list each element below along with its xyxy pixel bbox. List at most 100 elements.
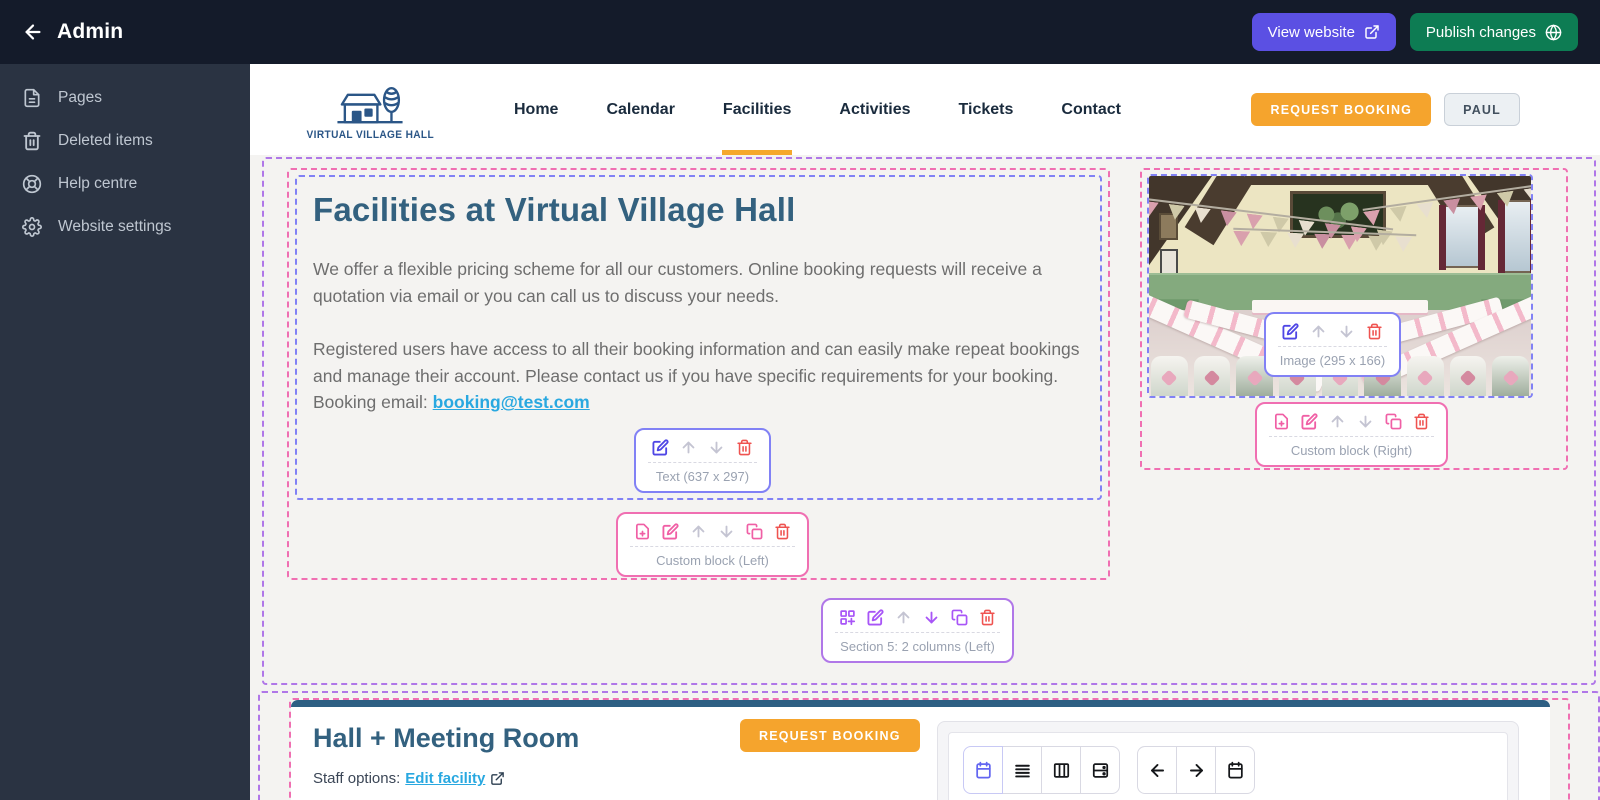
sidebar-item-label: Website settings — [58, 217, 172, 235]
move-up-icon[interactable] — [680, 439, 697, 456]
nav-item-home[interactable]: Home — [490, 64, 582, 155]
trash-icon — [22, 131, 42, 151]
duplicate-icon[interactable] — [746, 523, 763, 540]
details-paragraph: Registered users have access to all thei… — [313, 336, 1088, 416]
block-label: Text (637 x 297) — [655, 469, 750, 484]
sidebar-item-label: Help centre — [58, 174, 138, 192]
facility-title: Hall + Meeting Room — [313, 723, 580, 753]
text-block-controls: Text (637 x 297) — [634, 428, 771, 493]
request-booking-button[interactable]: REQUEST BOOKING — [1251, 93, 1432, 126]
section-5-controls: Section 5: 2 columns (Left) — [821, 598, 1014, 663]
facility-request-booking-button[interactable]: REQUEST BOOKING — [740, 719, 920, 752]
facility-block-outline[interactable]: Hall + Meeting Room REQUEST BOOKING Staf… — [289, 698, 1570, 800]
site-header: VIRTUAL VILLAGE HALL Home Calendar Facil… — [250, 64, 1600, 155]
view-website-button[interactable]: View website — [1251, 13, 1396, 51]
site-nav: Home Calendar Facilities Activities Tick… — [490, 64, 1145, 155]
move-up-icon[interactable] — [690, 523, 707, 540]
back-arrow-icon[interactable] — [22, 21, 44, 43]
rows-icon — [1091, 761, 1110, 780]
columns-icon — [1052, 761, 1071, 780]
rows-view-button[interactable] — [1080, 746, 1120, 794]
site-preview: VIRTUAL VILLAGE HALL Home Calendar Facil… — [250, 64, 1600, 800]
nav-label: Home — [514, 100, 559, 118]
calendar-icon — [974, 761, 993, 780]
staff-options-label: Staff options: — [313, 770, 401, 787]
site-logo[interactable]: VIRTUAL VILLAGE HALL — [297, 69, 443, 151]
nav-item-tickets[interactable]: Tickets — [935, 64, 1038, 155]
nav-label: Tickets — [958, 100, 1014, 118]
sidebar-item-label: Pages — [58, 88, 102, 106]
booking-email-link[interactable]: booking@test.com — [433, 392, 590, 412]
booking-email-label: Booking email: — [313, 392, 433, 413]
delete-icon[interactable] — [1413, 413, 1430, 430]
sidebar-item-website-settings[interactable]: Website settings — [0, 205, 250, 248]
sidebar-item-deleted-items[interactable]: Deleted items — [0, 119, 250, 162]
gear-icon — [22, 217, 42, 237]
custom-block-left-controls: Custom block (Left) — [616, 512, 809, 577]
next-period-button[interactable] — [1176, 746, 1216, 794]
view-switch-group — [963, 746, 1120, 794]
sidebar-item-pages[interactable]: Pages — [0, 76, 250, 119]
prev-period-button[interactable] — [1137, 746, 1177, 794]
delete-icon[interactable] — [774, 523, 791, 540]
nav-item-contact[interactable]: Contact — [1037, 64, 1145, 155]
text-block-content: Facilities at Virtual Village Hall We of… — [313, 191, 1088, 416]
move-down-icon[interactable] — [1338, 323, 1355, 340]
pages-icon — [22, 88, 42, 108]
duplicate-icon[interactable] — [951, 609, 968, 626]
photo-beam — [1244, 176, 1436, 185]
delete-icon[interactable] — [736, 439, 753, 456]
block-label: Custom block (Left) — [656, 553, 769, 568]
publish-changes-label: Publish changes — [1425, 23, 1536, 41]
sidebar-item-label: Deleted items — [58, 131, 153, 149]
block-label: Image (295 x 166) — [1279, 353, 1386, 368]
duplicate-icon[interactable] — [1385, 413, 1402, 430]
move-down-icon[interactable] — [1357, 413, 1374, 430]
move-up-icon[interactable] — [1310, 323, 1327, 340]
admin-app: Admin View website Publish changes Pages… — [0, 0, 1600, 800]
add-block-icon[interactable] — [634, 523, 651, 540]
edit-icon[interactable] — [1282, 323, 1299, 340]
staff-options-row: Staff options: Edit facility — [313, 770, 505, 787]
logo-text: VIRTUAL VILLAGE HALL — [306, 129, 434, 141]
village-hall-logo-icon — [333, 79, 407, 127]
columns-view-button[interactable] — [1041, 746, 1081, 794]
move-up-icon[interactable] — [1329, 413, 1346, 430]
move-down-icon[interactable] — [718, 523, 735, 540]
edit-icon[interactable] — [867, 609, 884, 626]
nav-item-calendar[interactable]: Calendar — [582, 64, 698, 155]
move-down-icon[interactable] — [708, 439, 725, 456]
calendar-view-button[interactable] — [963, 746, 1003, 794]
add-section-icon[interactable] — [839, 609, 856, 626]
booking-calendar-widget — [937, 721, 1519, 800]
list-view-button[interactable] — [1002, 746, 1042, 794]
arrow-left-icon — [1148, 761, 1167, 780]
calendar-icon — [1226, 761, 1245, 780]
nav-label: Contact — [1061, 100, 1121, 118]
move-up-icon[interactable] — [895, 609, 912, 626]
edit-facility-link[interactable]: Edit facility — [405, 770, 485, 787]
admin-topbar: Admin View website Publish changes — [0, 0, 1600, 64]
custom-block-right-controls: Custom block (Right) — [1255, 402, 1448, 467]
publish-changes-button[interactable]: Publish changes — [1409, 13, 1578, 51]
user-button[interactable]: PAUL — [1444, 93, 1520, 126]
today-button[interactable] — [1215, 746, 1255, 794]
details-text: Registered users have access to all thei… — [313, 339, 1080, 386]
edit-icon[interactable] — [652, 439, 669, 456]
block-label: Section 5: 2 columns (Left) — [840, 639, 995, 654]
external-link-icon — [1364, 24, 1380, 40]
delete-icon[interactable] — [1366, 323, 1383, 340]
sidebar-item-help-centre[interactable]: Help centre — [0, 162, 250, 205]
nav-item-activities[interactable]: Activities — [815, 64, 934, 155]
edit-icon[interactable] — [662, 523, 679, 540]
nav-item-facilities[interactable]: Facilities — [699, 64, 815, 155]
calendar-toolbar — [963, 746, 1255, 794]
block-label: Custom block (Right) — [1290, 443, 1413, 458]
move-down-icon[interactable] — [923, 609, 940, 626]
edit-icon[interactable] — [1301, 413, 1318, 430]
facility-card: Hall + Meeting Room REQUEST BOOKING Staf… — [291, 707, 1550, 800]
delete-icon[interactable] — [979, 609, 996, 626]
photo-window — [1498, 200, 1531, 276]
page-title: Facilities at Virtual Village Hall — [313, 191, 796, 228]
add-block-icon[interactable] — [1273, 413, 1290, 430]
